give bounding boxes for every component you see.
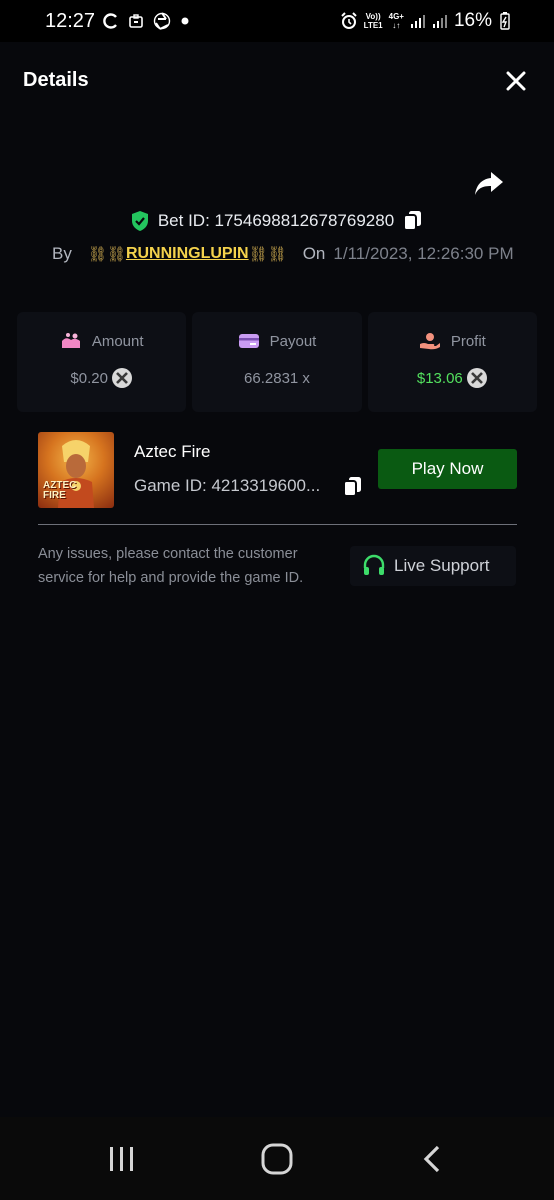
network-indicator: 4G+ ↓↑ — [388, 12, 404, 30]
game-name: Aztec Fire — [134, 442, 211, 461]
payout-value: 66.2831 x — [244, 369, 310, 387]
game-row: AZTEC FIRE Aztec Fire Game ID: 421331960… — [38, 432, 518, 508]
status-icons-left — [102, 9, 190, 33]
profit-card: Profit $13.06 — [367, 312, 537, 412]
sync-icon — [103, 13, 117, 29]
live-support-label: Live Support — [394, 556, 490, 575]
profit-label: Profit — [450, 332, 486, 350]
amount-label: Amount — [91, 332, 144, 350]
notification-dot-icon — [181, 17, 189, 25]
page-title: Details — [23, 69, 89, 91]
payout-card: Payout 66.2831 x — [192, 312, 362, 412]
username-link[interactable]: RUNNINGLUPIN — [126, 245, 249, 263]
bet-id-row: Bet ID: 1754698812678769280 — [0, 208, 554, 234]
battery-percent: 16% — [453, 10, 492, 31]
signal-2-icon — [432, 15, 447, 28]
status-icons-right: Vo)) LTE1 4G+ ↓↑ 16% — [340, 9, 510, 33]
divider — [38, 524, 517, 525]
help-text: Any issues, please contact the customer … — [38, 546, 304, 586]
amount-icon — [61, 333, 80, 348]
volte-indicator: Vo)) LTE1 — [363, 12, 383, 30]
chain-decoration-right: ⛓⛓ — [248, 246, 287, 263]
details-panel: Details Bet ID: 1754698812678769280 By ⛓… — [0, 42, 554, 1117]
card-icon — [238, 334, 259, 348]
bet-id: Bet ID: 1754698812678769280 — [157, 211, 395, 230]
close-icon[interactable] — [503, 68, 529, 94]
status-bar: 12:27 Vo)) LTE1 4G+ ↓↑ 16% — [0, 0, 554, 42]
status-time: 12:27 — [45, 10, 96, 32]
back-icon[interactable] — [418, 1141, 446, 1177]
home-icon[interactable] — [259, 1141, 295, 1177]
game-id: Game ID: 4213319600... — [134, 476, 321, 495]
payout-label: Payout — [269, 332, 317, 350]
currency-coin-icon — [466, 368, 487, 388]
copy-icon[interactable] — [402, 209, 424, 233]
profit-icon — [419, 333, 440, 350]
copy-game-id-icon[interactable] — [343, 476, 363, 498]
bet-stats: Amount $0.20 Payout 66.2831 x Profit $13… — [17, 312, 537, 412]
verified-shield-icon — [131, 211, 148, 231]
recycle-icon — [153, 12, 171, 30]
alarm-icon — [340, 12, 357, 29]
amount-value: $0.20 — [70, 369, 108, 387]
system-nav-bar — [0, 1117, 554, 1200]
briefcase-icon — [129, 14, 143, 28]
game-thumbnail[interactable]: AZTEC FIRE — [38, 432, 114, 508]
bet-datetime: 1/11/2023, 12:26:30 PM — [333, 244, 514, 263]
amount-card: Amount $0.20 — [17, 312, 187, 412]
recent-apps-icon[interactable] — [106, 1141, 138, 1177]
on-label: On — [302, 244, 326, 263]
share-icon[interactable] — [473, 168, 505, 198]
signal-icon — [410, 15, 425, 28]
by-label: By — [52, 244, 72, 263]
chain-decoration-left: ⛓⛓ — [87, 246, 126, 263]
bet-author-row: By ⛓⛓ RUNNINGLUPIN ⛓⛓ On 1/11/2023, 12:2… — [52, 242, 514, 266]
currency-coin-icon — [111, 368, 132, 388]
header: Details — [0, 42, 554, 118]
headset-icon — [363, 554, 385, 575]
thumb-title-line2: FIRE — [43, 490, 66, 501]
play-now-button[interactable]: Play Now — [378, 449, 517, 489]
battery-icon — [500, 12, 510, 30]
profit-value: $13.06 — [416, 369, 463, 387]
live-support-button[interactable]: Live Support — [350, 546, 516, 586]
